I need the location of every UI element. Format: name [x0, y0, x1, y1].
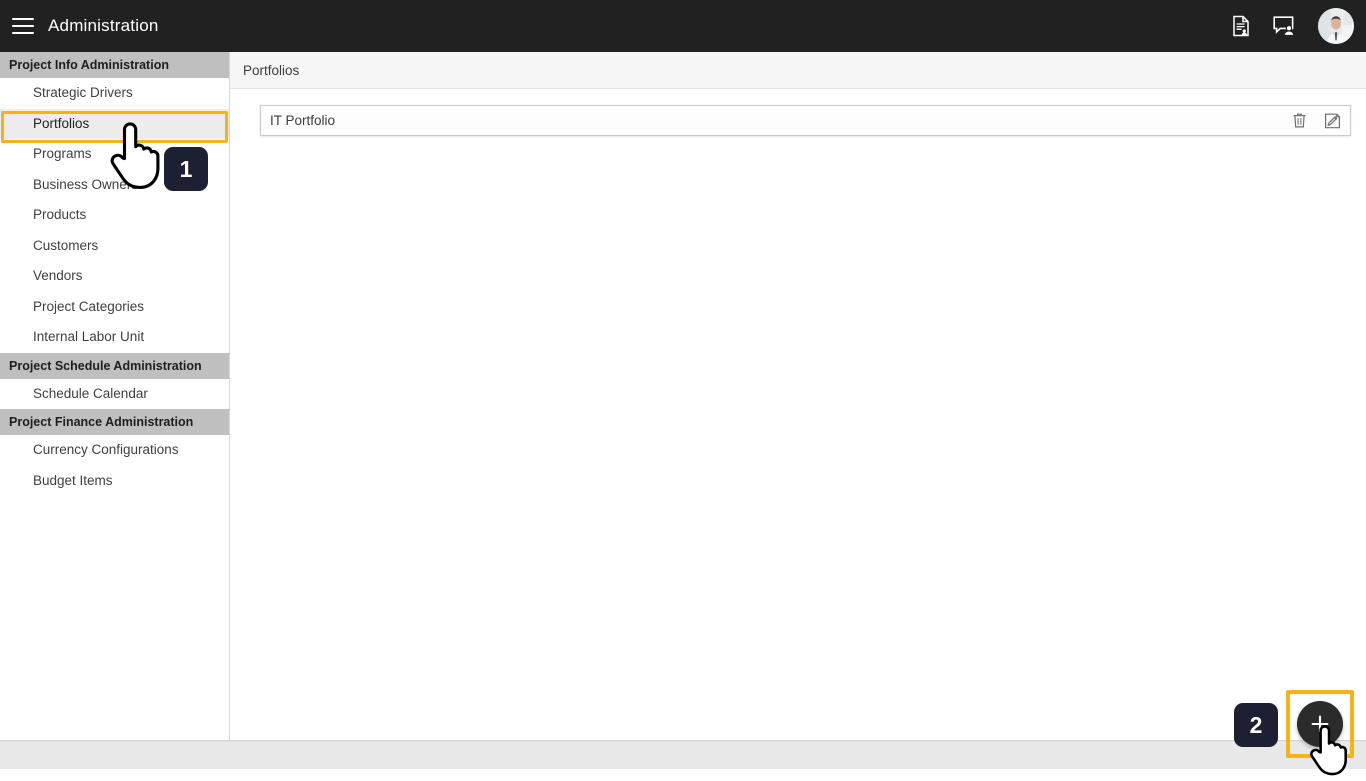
add-portfolio-button[interactable] [1297, 701, 1343, 747]
page-title: Administration [48, 16, 159, 35]
footer-bar [0, 740, 1366, 769]
app-root: Administration Project Info Administrati… [0, 0, 1366, 776]
sidebar-item-strategic-drivers[interactable]: Strategic Drivers [0, 78, 229, 109]
sidebar-item-currency-configurations[interactable]: Currency Configurations [0, 435, 229, 466]
sidebar-group-header-project-schedule: Project Schedule Administration [0, 352, 229, 379]
sidebar-item-internal-labor-unit[interactable]: Internal Labor Unit [0, 322, 229, 353]
sidebar-item-project-categories[interactable]: Project Categories [0, 292, 229, 323]
chat-user-icon[interactable] [1270, 11, 1300, 41]
content-area: Portfolios IT Portfolio [230, 52, 1366, 740]
sidebar-item-customers[interactable]: Customers [0, 231, 229, 262]
sidebar-group-header-project-finance: Project Finance Administration [0, 409, 229, 435]
hamburger-menu-icon[interactable] [12, 18, 34, 34]
portfolio-list: IT Portfolio [230, 89, 1366, 136]
top-bar-actions [1226, 0, 1358, 52]
step-badge-2: 2 [1234, 703, 1278, 747]
sidebar-item-budget-items[interactable]: Budget Items [0, 466, 229, 497]
portfolio-name: IT Portfolio [270, 113, 336, 128]
sidebar-item-schedule-calendar[interactable]: Schedule Calendar [0, 379, 229, 410]
edit-icon[interactable] [1316, 107, 1350, 135]
sidebar-item-portfolios[interactable]: Portfolios [0, 108, 229, 139]
sidebar-item-products[interactable]: Products [0, 200, 229, 231]
breadcrumb-label: Portfolios [243, 62, 300, 78]
user-avatar[interactable] [1318, 8, 1354, 44]
table-row[interactable]: IT Portfolio [260, 105, 1351, 136]
delete-icon[interactable] [1282, 107, 1316, 135]
sidebar-group-header-project-info: Project Info Administration [0, 52, 229, 78]
breadcrumb: Portfolios [230, 52, 1366, 89]
document-user-icon[interactable] [1226, 11, 1256, 41]
sidebar-item-vendors[interactable]: Vendors [0, 261, 229, 292]
top-bar: Administration [0, 0, 1366, 52]
step-badge-1: 1 [164, 147, 208, 191]
